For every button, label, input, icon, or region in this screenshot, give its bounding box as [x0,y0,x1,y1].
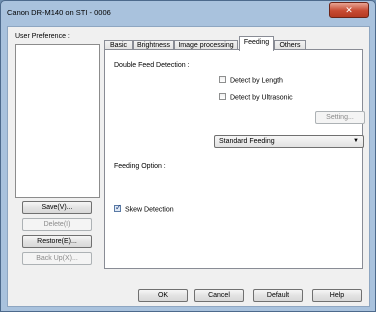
user-preference-label: User Preference : [15,33,70,40]
help-button[interactable]: Help [312,289,362,302]
save-preference-button[interactable]: Save(V)... [22,201,92,214]
detect-by-ultrasonic-label: Detect by Ultrasonic [230,94,293,102]
feeding-option-select[interactable]: Standard Feeding ▼ [214,135,364,148]
close-button[interactable]: ✕ [329,2,369,18]
window-title: Canon DR-M140 on STI - 0006 [7,8,111,17]
skew-detection-label: Skew Detection [125,206,174,214]
detect-by-length-label: Detect by Length [230,77,283,85]
title-bar: Canon DR-M140 on STI - 0006 ✕ [1,1,375,25]
double-feed-label: Double Feed Detection : [114,62,190,69]
detect-by-length-checkbox[interactable]: Detect by Length [219,76,283,85]
dropdown-arrow-icon: ▼ [353,138,359,144]
setting-button[interactable]: Setting... [315,111,365,124]
restore-preference-button[interactable]: Restore(E)... [22,235,92,248]
dialog-window: Canon DR-M140 on STI - 0006 ✕ User Prefe… [0,0,376,312]
feeding-option-value: Standard Feeding [219,138,275,145]
checkbox-box [114,203,122,212]
backup-preference-button[interactable]: Back Up(X)... [22,252,92,265]
skew-detection-checkbox[interactable]: Skew Detection [114,203,174,214]
delete-preference-button[interactable]: Delete(I) [22,218,92,231]
tab-feeding[interactable]: Feeding [239,36,274,51]
close-icon: ✕ [345,5,353,15]
checkbox-box [219,76,226,83]
dialog-client: User Preference : Save(V)... Delete(I) R… [7,26,370,307]
feeding-option-label: Feeding Option : [114,163,166,170]
checkbox-box [219,93,226,100]
default-button[interactable]: Default [253,289,303,302]
cancel-button[interactable]: Cancel [194,289,244,302]
user-preference-list[interactable] [15,44,100,198]
ok-button[interactable]: OK [138,289,188,302]
detect-by-ultrasonic-checkbox[interactable]: Detect by Ultrasonic [219,93,293,102]
